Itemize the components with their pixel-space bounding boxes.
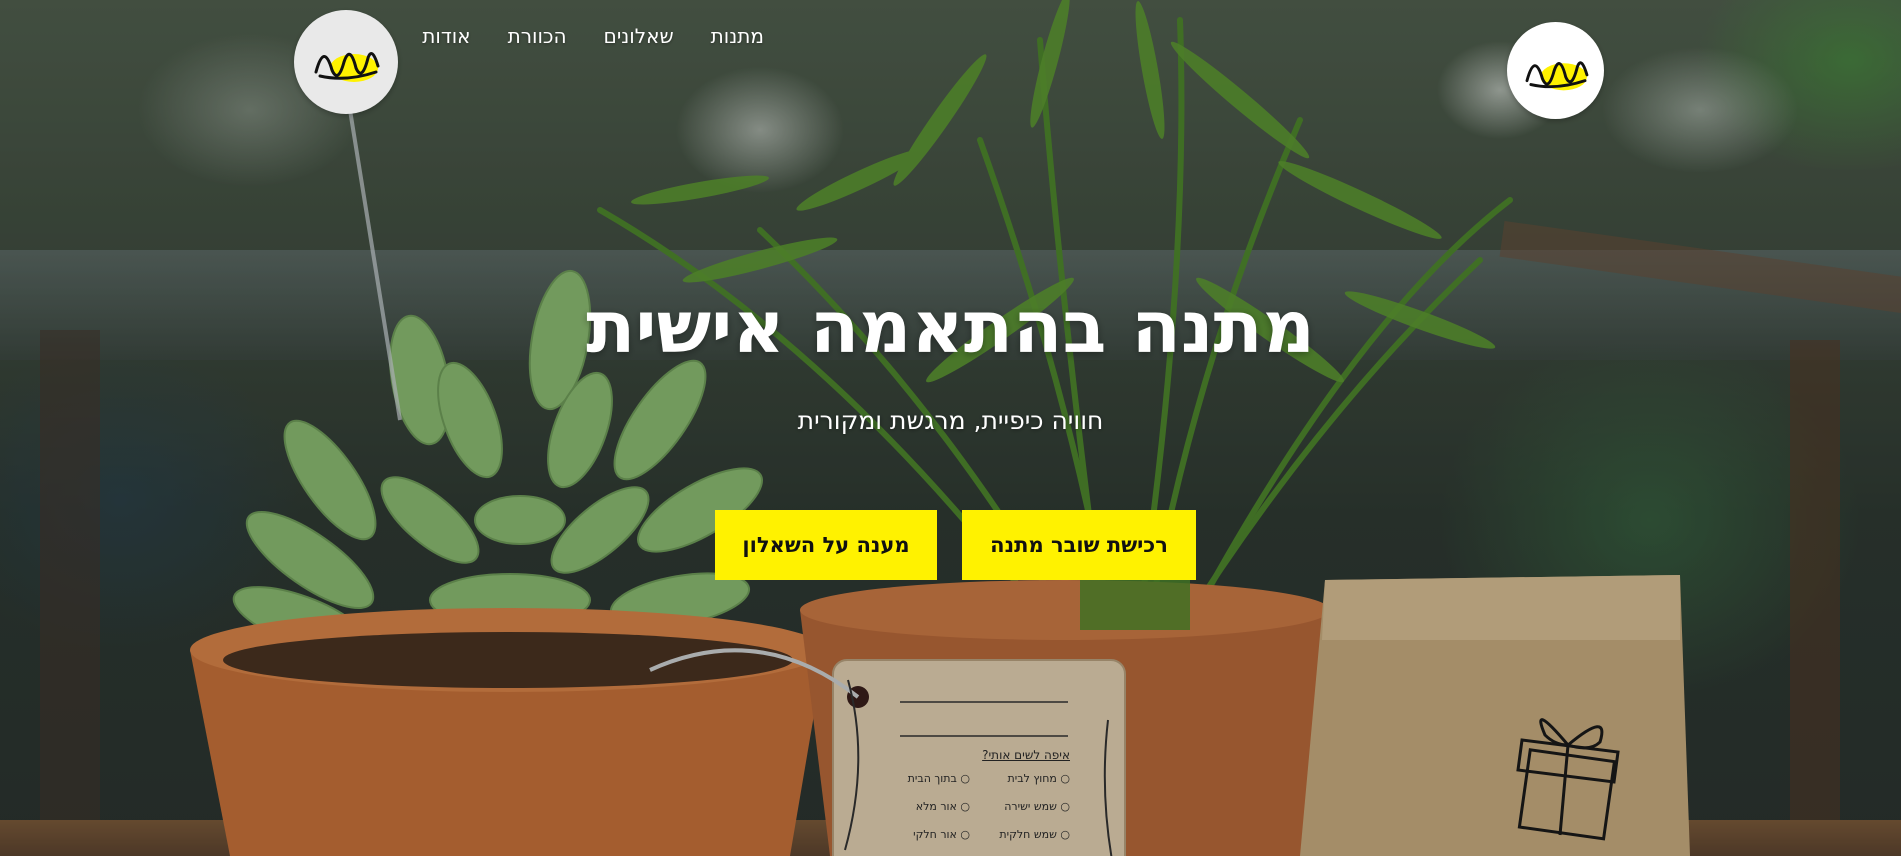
logo-link[interactable] <box>294 10 398 114</box>
brand-logo-right[interactable] <box>1507 22 1604 119</box>
buy-voucher-button[interactable]: רכישת שובר מתנה <box>962 510 1196 580</box>
hero-subtitle: חוויה כיפיית, מרגשת ומקורית <box>797 406 1104 435</box>
hero-title: מתנה בהתאמה אישית <box>586 285 1315 369</box>
nav-item-hive[interactable]: הכוורת <box>508 24 567 48</box>
bee-logo-icon <box>1525 60 1588 90</box>
nav-item-about[interactable]: אודות <box>422 24 470 48</box>
nav-item-questionnaires[interactable]: שאלונים <box>604 24 674 48</box>
main-nav: אודות הכוורת שאלונים מתנות <box>422 24 764 48</box>
bee-logo-icon <box>314 52 380 82</box>
answer-questionnaire-button[interactable]: מענה על השאלון <box>715 510 937 580</box>
nav-item-gifts[interactable]: מתנות <box>711 24 764 48</box>
